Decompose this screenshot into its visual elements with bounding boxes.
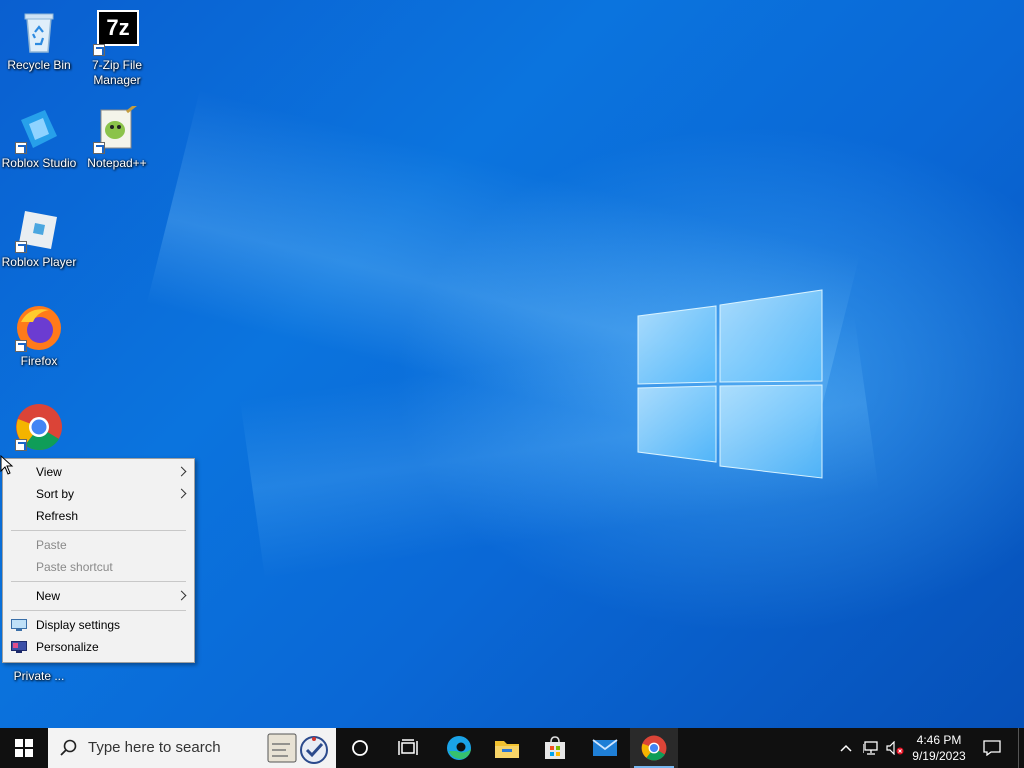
- task-view-button[interactable]: [386, 728, 430, 768]
- desktop-icon-roblox-player[interactable]: Roblox Player: [0, 205, 80, 270]
- edge-icon: [447, 736, 471, 760]
- desktop-icon-roblox-studio[interactable]: Roblox Studio: [0, 106, 80, 171]
- chevron-right-icon: [176, 466, 187, 477]
- chevron-up-icon: [840, 744, 852, 752]
- desktop-icon-label: 7-Zip File Manager: [91, 58, 142, 87]
- network-icon: [863, 741, 878, 755]
- taskbar-chrome[interactable]: [630, 728, 678, 768]
- chevron-right-icon: [176, 488, 187, 499]
- shortcut-arrow-icon: [15, 439, 27, 451]
- menu-item-paste[interactable]: Paste: [3, 534, 194, 556]
- 7zip-glyph: 7z: [97, 10, 139, 46]
- roblox-player-icon: [15, 205, 63, 253]
- desktop-icon-firefox[interactable]: Firefox: [0, 304, 80, 369]
- file-explorer-icon: [495, 741, 519, 758]
- task-view-icon: [398, 739, 418, 755]
- search-placeholder: Type here to search: [88, 739, 221, 756]
- start-button[interactable]: [0, 728, 48, 768]
- taskbar-edge[interactable]: [436, 728, 482, 768]
- clock-time: 4:46 PM: [916, 733, 962, 747]
- desktop-icon-label: Roblox Player: [1, 255, 77, 269]
- menu-item-new[interactable]: New: [3, 585, 194, 607]
- desktop-icon-label: Firefox: [20, 354, 58, 368]
- notepad-plus-plus-icon: [93, 102, 141, 154]
- clock-date: 9/19/2023: [912, 749, 966, 763]
- menu-item-display-settings[interactable]: Display settings: [3, 614, 194, 636]
- desktop-icon-private-browser[interactable]: Private ...: [0, 667, 80, 684]
- desktop-icon-notepad-plus-plus[interactable]: Notepad++: [76, 102, 158, 171]
- menu-separator: [11, 581, 186, 582]
- menu-item-view[interactable]: View: [3, 461, 194, 483]
- desktop-icon-label: Roblox Studio: [1, 156, 77, 170]
- search-icon: [60, 739, 77, 756]
- desktop-icon-recycle-bin[interactable]: Recycle Bin: [0, 8, 80, 73]
- network-status-button[interactable]: [860, 728, 882, 768]
- personalize-icon: [11, 641, 27, 653]
- taskbar-file-explorer[interactable]: [484, 728, 530, 768]
- search-highlight-doodle-icon: [267, 733, 328, 764]
- desktop-icon-7zip[interactable]: 7z 7-Zip File Manager: [76, 8, 158, 88]
- recycle-bin-icon: [15, 8, 63, 56]
- roblox-studio-icon: [15, 106, 63, 154]
- desktop-icon-label: Notepad++: [87, 156, 147, 170]
- taskbar: Type here to search 4:46 PM 9/19/2023: [0, 728, 1024, 768]
- windows-start-icon: [15, 739, 33, 757]
- show-hidden-icons-button[interactable]: [836, 728, 856, 768]
- desktop-icon-label: Recycle Bin: [7, 58, 71, 72]
- desktop[interactable]: Recycle Bin 7z 7-Zip File Manager Roblox …: [0, 0, 1024, 728]
- mail-icon: [592, 739, 618, 756]
- menu-item-refresh[interactable]: Refresh: [3, 505, 194, 527]
- volume-button[interactable]: [884, 728, 906, 768]
- shortcut-arrow-icon: [15, 340, 27, 352]
- 7zip-icon: 7z: [93, 8, 141, 56]
- desktop-icon-chrome[interactable]: [0, 403, 80, 451]
- show-desktop-button[interactable]: [1018, 728, 1024, 768]
- taskbar-store[interactable]: [532, 728, 578, 768]
- menu-item-paste-shortcut[interactable]: Paste shortcut: [3, 556, 194, 578]
- menu-separator: [11, 610, 186, 611]
- chrome-icon: [15, 403, 63, 451]
- shortcut-arrow-icon: [93, 44, 105, 56]
- desktop-context-menu: View Sort by Refresh Paste Paste shortcu…: [2, 458, 195, 663]
- mouse-cursor-icon: [0, 455, 14, 475]
- display-settings-icon: [11, 619, 27, 631]
- notifications-icon: [983, 740, 1001, 756]
- taskbar-clock[interactable]: 4:46 PM 9/19/2023: [908, 728, 970, 768]
- shortcut-arrow-icon: [93, 142, 105, 154]
- firefox-icon: [15, 304, 63, 352]
- shortcut-arrow-icon: [15, 142, 27, 154]
- chrome-icon: [641, 735, 667, 761]
- cortana-button[interactable]: [338, 728, 382, 768]
- store-icon: [545, 736, 565, 759]
- action-center-button[interactable]: [976, 728, 1008, 768]
- taskbar-search-box[interactable]: Type here to search: [48, 728, 336, 768]
- shortcut-arrow-icon: [15, 241, 27, 253]
- taskbar-mail[interactable]: [582, 728, 628, 768]
- menu-separator: [11, 530, 186, 531]
- volume-muted-icon: [886, 741, 904, 755]
- cortana-icon: [352, 740, 368, 756]
- chevron-right-icon: [176, 590, 187, 601]
- desktop-icon-label: Private ...: [13, 669, 65, 683]
- menu-item-sort-by[interactable]: Sort by: [3, 483, 194, 505]
- menu-item-personalize[interactable]: Personalize: [3, 636, 194, 658]
- windows-logo-wallpaper: [637, 289, 823, 479]
